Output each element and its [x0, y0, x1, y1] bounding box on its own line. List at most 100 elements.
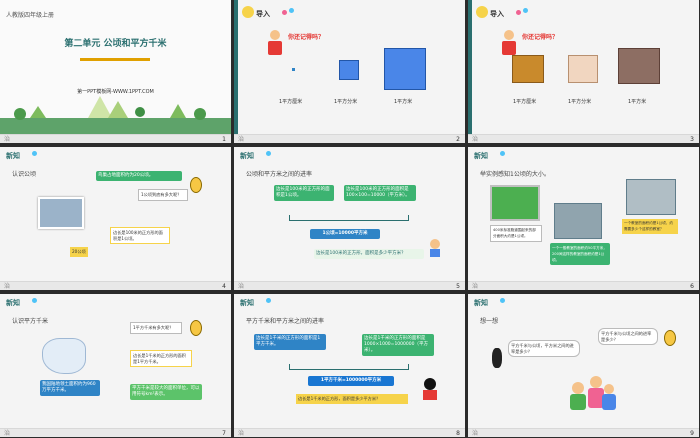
- decor-dot: [500, 151, 505, 156]
- slide-side-bar: [468, 0, 472, 143]
- area-box-1: 边长是1千米的正方形的面积是1平方千米。: [254, 334, 326, 350]
- slide-number: 1: [222, 136, 226, 143]
- slide-header: 新知: [240, 299, 254, 307]
- footer-mark: 治: [472, 283, 479, 290]
- decor-dot: [282, 10, 287, 15]
- slide-header: 新知: [240, 152, 254, 160]
- bee-icon: [190, 177, 202, 193]
- boy-icon: [430, 239, 442, 257]
- slide-title: 第二单元 公顷和平方千米: [64, 39, 167, 49]
- footer-mark: 治: [472, 430, 479, 437]
- slide-subtitle: 认识平方千米: [12, 318, 49, 325]
- brace-line: [289, 364, 409, 370]
- slide-thumbnail-5[interactable]: 新知 公顷和平方米之间的进率 边长是100米的正方形的面积是1公顷。 边长是10…: [234, 147, 465, 290]
- slide-number: 6: [690, 283, 694, 290]
- decor-dot: [266, 151, 271, 156]
- classroom-caption: 一个一般教室的面积约50平方米，200间这样的教室的面积约是1公顷。: [550, 243, 610, 265]
- slide-header: 新知: [6, 152, 20, 160]
- slide-header: 新知: [6, 299, 20, 307]
- slide-header: 新知: [474, 152, 488, 160]
- decor-dot: [523, 8, 528, 13]
- slide-footer: 治2: [234, 134, 465, 143]
- slide-subtitle: 认识公顷: [12, 171, 37, 178]
- slide-thumbnail-4[interactable]: 新知 认识公顷 鸟巢占地面积约为20公顷。 1公顷到底有多大呢？ 边长是100米…: [0, 147, 231, 290]
- track-photo: [490, 185, 540, 221]
- slide-footer: 治3: [468, 134, 699, 143]
- area-box-1: 边长是100米的正方形的面积是1公顷。: [274, 185, 334, 201]
- area-box-2: 边长是1千米的正方形的面积是1000×1000=1000000（平方米）。: [362, 334, 434, 356]
- question-box: 边长是100米的正方形，面积是多少平方米？: [314, 249, 424, 259]
- square-1m: [384, 48, 426, 90]
- footer-mark: 治: [4, 136, 11, 143]
- label-1cm: 1平方厘米: [279, 99, 303, 105]
- brace-line: [289, 215, 409, 221]
- question-box: 1公顷到底有多大呢？: [138, 189, 188, 201]
- slide-thumbnail-9[interactable]: 新知 想一想 平方千米与公顷，平方米之间的进率是多少？ 平方千米与公顷之间的进率…: [468, 294, 699, 437]
- speech-bubble-1: 平方千米与公顷，平方米之间的进率是多少？: [508, 340, 580, 357]
- area-box-2: 边长是100米的正方形的面积是100×100=10000（平方米）。: [344, 185, 416, 201]
- slide-footer: 治6: [468, 281, 699, 290]
- footer-mark: 治: [4, 430, 11, 437]
- decor-dot: [516, 10, 521, 15]
- bee-icon: [664, 330, 676, 346]
- slide-footer: 治4: [0, 281, 231, 290]
- square-1cm: [292, 68, 295, 71]
- header-icon: [476, 6, 488, 18]
- label-1dm: 1平方分米: [568, 99, 592, 105]
- definition-box: 边长是100米的正方形的面积是1公顷。: [110, 227, 170, 244]
- palm-photo: [568, 55, 598, 83]
- label-1dm: 1平方分米: [334, 99, 358, 105]
- birds-nest-photo: [38, 197, 84, 229]
- estimate-caption: 一个教室的面积约是1公顷，约需要多少个这样的教室？: [622, 219, 678, 234]
- question-text: 你还记得吗？: [288, 34, 325, 41]
- decor-dot: [500, 298, 505, 303]
- boy-icon: [502, 30, 516, 58]
- question-box: 1平方千米有多大呢？: [130, 322, 182, 334]
- slide-grid: 人教版四年级上册 第二单元 公顷和平方千米 第一PPT模板网-WWW.1PPT.…: [0, 0, 700, 438]
- mickey-icon: [422, 378, 438, 402]
- footer-mark: 治: [238, 136, 245, 143]
- slide-thumbnail-8[interactable]: 新知 平方千米和平方米之间的进率 边长是1千米的正方形的面积是1平方千米。 边长…: [234, 294, 465, 437]
- landscape-illustration: [0, 96, 231, 134]
- slide-footer: 治9: [468, 428, 699, 437]
- slide-footer: 治5: [234, 281, 465, 290]
- question-text: 你还记得吗？: [522, 34, 559, 41]
- slide-subtitle: 平方千米和平方米之间的进率: [246, 318, 325, 325]
- grade-label: 人教版四年级上册: [6, 12, 55, 19]
- slide-thumbnail-7[interactable]: 新知 认识平方千米 1平方千米有多大呢？ 边长是1千米的正方形的面积是1平方千米…: [0, 294, 231, 437]
- slide-number: 2: [456, 136, 460, 143]
- territory-box: 我国陆地领土面积约为960万平方千米。: [40, 380, 100, 396]
- track-caption: 400米标准跑道围起来的部分面积大约是1公顷。: [490, 225, 542, 242]
- boy-icon: [268, 30, 282, 58]
- slide-thumbnail-2[interactable]: 导入 你还记得吗？ 1平方厘米 1平方分米 1平方米 治2: [234, 0, 465, 143]
- footer-mark: 治: [4, 283, 11, 290]
- slide-number: 5: [456, 283, 460, 290]
- keyboard-photo: [512, 55, 544, 83]
- slide-thumbnail-1[interactable]: 人教版四年级上册 第二单元 公顷和平方千米 第一PPT模板网-WWW.1PPT.…: [0, 0, 231, 143]
- slide-subtitle: 想一想: [480, 318, 499, 325]
- footer-mark: 治: [238, 283, 245, 290]
- header-icon: [242, 6, 254, 18]
- speech-bubble-2: 平方千米与公顷之间的进率是多少？: [598, 328, 658, 345]
- footer-mark: 治: [238, 430, 245, 437]
- definition-box: 边长是1千米的正方形的面积是1平方千米。: [130, 350, 192, 367]
- slide-thumbnail-3[interactable]: 导入 你还记得吗？ 1平方厘米 1平方分米 1平方米 治3: [468, 0, 699, 143]
- footer-mark: 治: [472, 136, 479, 143]
- question-box: 边长是1千米的正方形，面积是多少平方米？: [296, 394, 408, 404]
- slide-number: 9: [690, 430, 694, 437]
- classroom-photo-2: [626, 179, 676, 215]
- label-1cm: 1平方厘米: [513, 99, 537, 105]
- slide-number: 4: [222, 283, 226, 290]
- slide-thumbnail-6[interactable]: 新知 举实例感知1公顷的大小。 400米标准跑道围起来的部分面积大约是1公顷。 …: [468, 147, 699, 290]
- slide-footer: 治8: [234, 428, 465, 437]
- children-illustration: [568, 372, 618, 416]
- area-badge: 20公顷: [70, 247, 88, 257]
- unit-note-box: 平方千米是较大的面积单位，可以用符号km²表示。: [130, 384, 202, 400]
- slide-footer: 治1: [0, 134, 231, 143]
- square-1dm: [339, 60, 359, 80]
- classroom-photo-1: [554, 203, 602, 239]
- china-map: [42, 338, 86, 374]
- bee-icon: [190, 320, 202, 336]
- slide-number: 3: [690, 136, 694, 143]
- decor-dot: [289, 8, 294, 13]
